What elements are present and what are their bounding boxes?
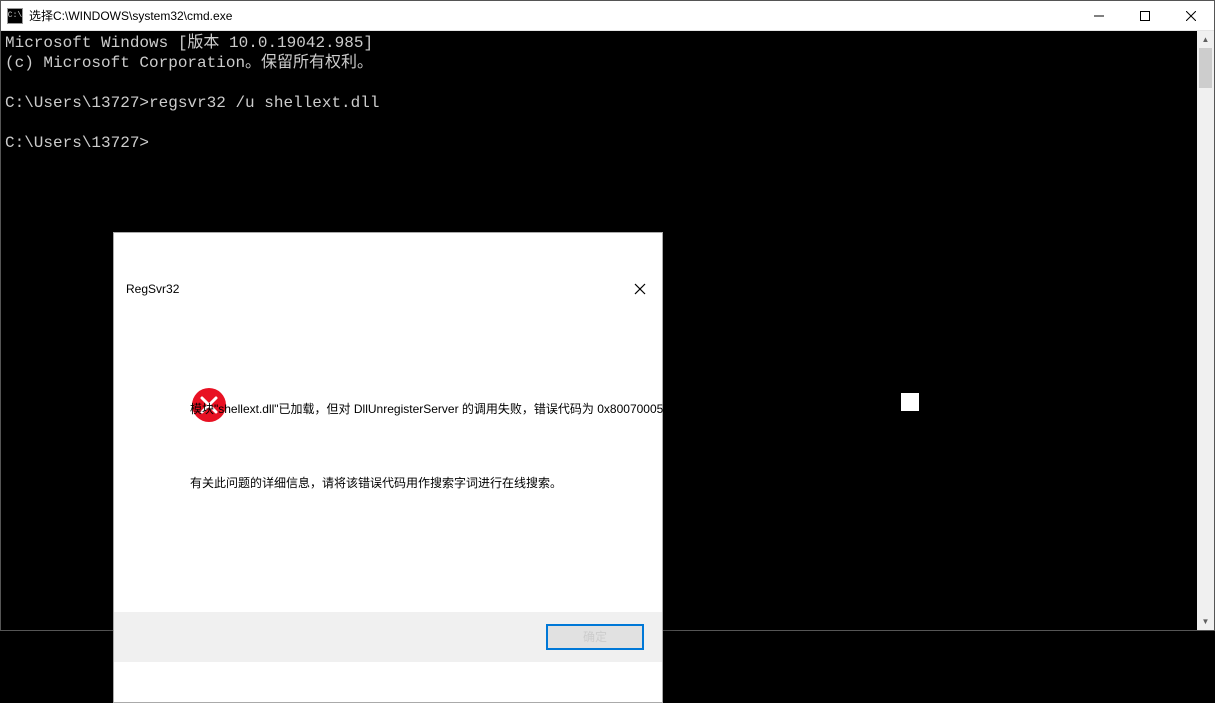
- scroll-up-button[interactable]: ▲: [1197, 31, 1214, 48]
- error-icon: [138, 367, 174, 403]
- vertical-scrollbar[interactable]: ▲ ▼: [1197, 31, 1214, 630]
- selection-cursor: [901, 393, 919, 411]
- scrollbar-thumb[interactable]: [1199, 48, 1212, 88]
- maximize-button[interactable]: [1122, 1, 1168, 30]
- scrollbar-track[interactable]: [1197, 48, 1214, 613]
- dialog-close-button[interactable]: [617, 273, 662, 305]
- minimize-icon: [1094, 11, 1104, 21]
- console-line: C:\Users\13727>regsvr32 /u shellext.dll: [5, 94, 379, 112]
- dialog-message-line2: 有关此问题的详细信息，请将该错误代码用作搜索字词进行在线搜索。: [190, 474, 675, 493]
- titlebar[interactable]: C:\ 选择C:\WINDOWS\system32\cmd.exe: [1, 1, 1214, 31]
- dialog-body: 模块"shellext.dll"已加载，但对 DllUnregisterServ…: [114, 345, 662, 572]
- dialog-title: RegSvr32: [126, 279, 617, 299]
- close-icon: [1186, 11, 1196, 21]
- window-controls: [1076, 1, 1214, 30]
- scroll-down-button[interactable]: ▼: [1197, 613, 1214, 630]
- console-content[interactable]: Microsoft Windows [版本 10.0.19042.985] (c…: [1, 31, 1197, 630]
- cmd-icon: C:\: [7, 8, 23, 24]
- cmd-window: C:\ 选择C:\WINDOWS\system32\cmd.exe Micros…: [0, 0, 1215, 631]
- console-area: Microsoft Windows [版本 10.0.19042.985] (c…: [1, 31, 1214, 630]
- regsvr32-dialog: RegSvr32 模块"shellext.dll"已加载，但对: [113, 232, 663, 703]
- window-title: 选择C:\WINDOWS\system32\cmd.exe: [29, 7, 1076, 24]
- dialog-message: 模块"shellext.dll"已加载，但对 DllUnregisterServ…: [190, 363, 675, 548]
- close-button[interactable]: [1168, 1, 1214, 30]
- close-icon: [634, 283, 646, 295]
- maximize-icon: [1140, 11, 1150, 21]
- ok-button[interactable]: 确定: [546, 624, 644, 650]
- dialog-footer: 确定: [114, 612, 662, 662]
- dialog-titlebar[interactable]: RegSvr32: [114, 273, 662, 305]
- dialog-message-line1: 模块"shellext.dll"已加载，但对 DllUnregisterServ…: [190, 400, 675, 419]
- console-line: Microsoft Windows [版本 10.0.19042.985]: [5, 34, 373, 52]
- minimize-button[interactable]: [1076, 1, 1122, 30]
- console-line: C:\Users\13727>: [5, 134, 149, 152]
- console-line: (c) Microsoft Corporation。保留所有权利。: [5, 54, 373, 72]
